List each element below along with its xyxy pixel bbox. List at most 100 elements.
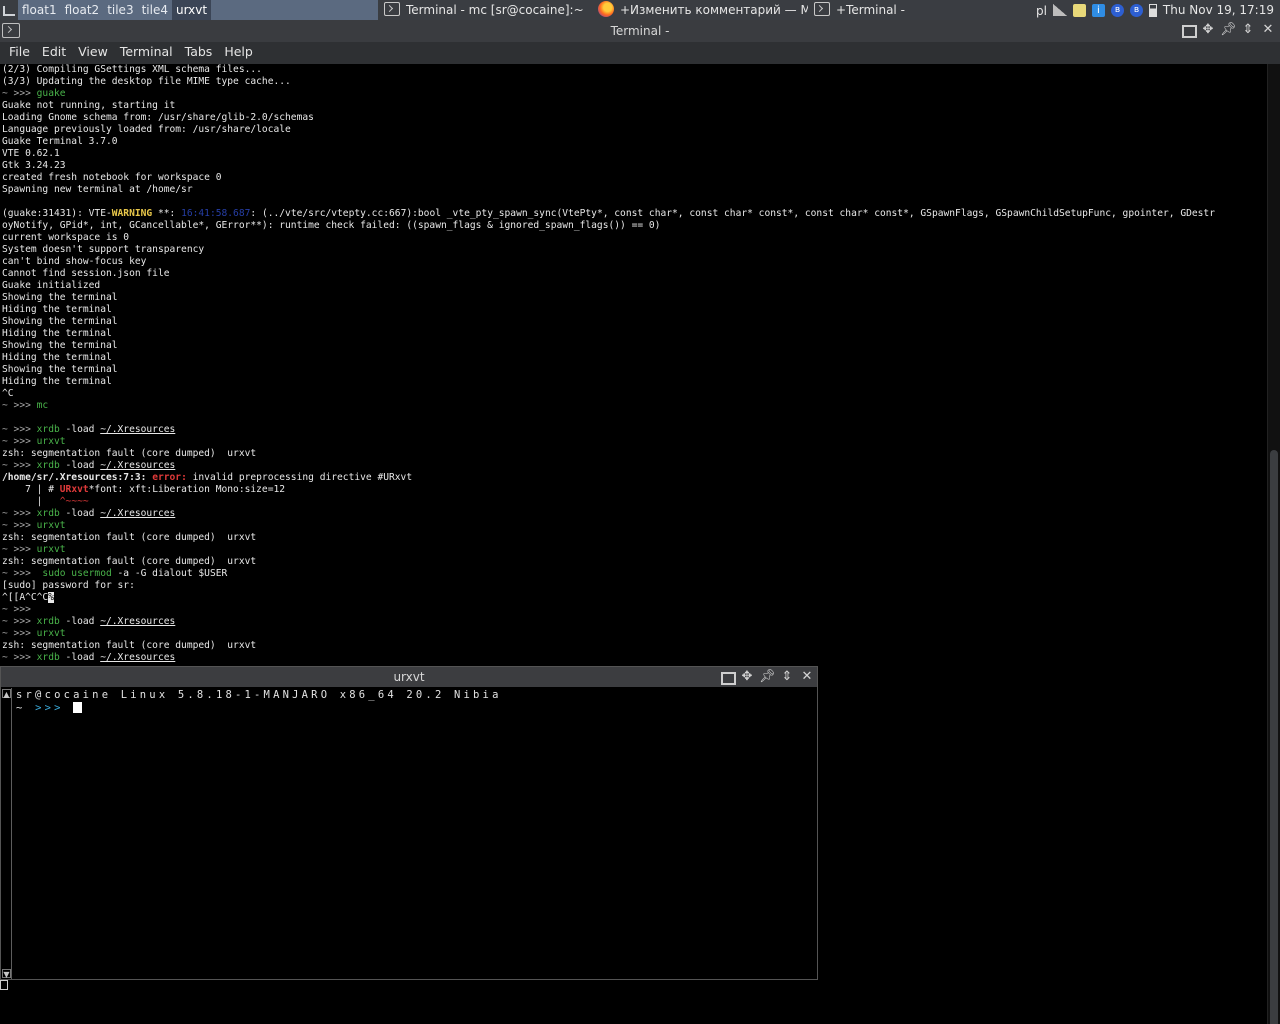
terminal-text: VTE 0.62.1 xyxy=(2,148,60,159)
terminal-line: ~ >>> guake xyxy=(0,88,1266,100)
task-firefox[interactable]: +Изменить комментарий — M... xyxy=(598,0,808,20)
terminal-text: System doesn't support transparency xyxy=(2,244,205,255)
terminal-icon xyxy=(384,2,400,16)
terminal-line: Loading Gnome schema from: /usr/share/gl… xyxy=(0,112,1266,124)
move-icon[interactable]: ✥ xyxy=(1200,22,1216,38)
terminal-text: URxvt xyxy=(59,484,89,495)
terminal-text: Language previously loaded from: /usr/sh… xyxy=(2,124,291,135)
pin-icon[interactable]: 📌︎ xyxy=(759,669,776,685)
notes-icon[interactable] xyxy=(1072,3,1086,17)
urxvt-scrollbar[interactable]: ▲ ▼ xyxy=(2,688,12,979)
terminal-text: urxvt xyxy=(36,520,66,531)
terminal-text: -a -G dialout $USER xyxy=(111,568,228,579)
terminal-output[interactable]: (2/3) Compiling GSettings XML schema fil… xyxy=(0,64,1266,668)
window-titlebar[interactable]: Terminal - ✥ 📌︎ ⇕ ✕ xyxy=(0,20,1280,42)
workspace-float2[interactable]: float2 xyxy=(61,0,104,20)
terminal-line: current workspace is 0 xyxy=(0,232,1266,244)
keyboard-layout-indicator[interactable]: pl xyxy=(1036,4,1047,18)
terminal-line: (guake:31431): VTE-WARNING **: 16:41:58.… xyxy=(0,208,1266,220)
terminal-line: Hiding the terminal xyxy=(0,328,1266,340)
terminal-text: ~/.Xresources xyxy=(100,508,176,519)
terminal-text: -load xyxy=(59,616,101,627)
network-icon[interactable] xyxy=(1052,4,1067,16)
clock[interactable]: Thu Nov 19, 17:19 xyxy=(1163,3,1274,17)
move-icon[interactable]: ✥ xyxy=(739,669,755,685)
terminal-line: Hiding the terminal xyxy=(0,304,1266,316)
terminal-line: (3/3) Updating the desktop file MIME typ… xyxy=(0,76,1266,88)
task-terminal[interactable]: +Terminal - xyxy=(814,0,1014,20)
terminal-text: urxvt xyxy=(36,628,66,639)
terminal-line: ~ >>> sudo usermod -a -G dialout $USER xyxy=(0,568,1266,580)
info-icon[interactable]: i xyxy=(1091,3,1105,17)
terminal-line: ^C xyxy=(0,388,1266,400)
menu-bar: File Edit View Terminal Tabs Help xyxy=(0,42,1280,64)
menu-edit[interactable]: Edit xyxy=(36,42,72,64)
tile-layout-icon[interactable] xyxy=(719,669,736,685)
urxvt-titlebar[interactable]: urxvt ✥ 📌︎ ⇕ ✕ xyxy=(1,667,817,687)
task-terminal-mc[interactable]: Terminal - mc [sr@cocaine]:~ xyxy=(384,0,594,20)
terminal-text: Hiding the terminal xyxy=(2,352,112,363)
urxvt-output[interactable]: sr@cocaine Linux 5.8.18-1-MANJARO x86_64… xyxy=(16,689,502,715)
bluetooth-icon[interactable]: ʙ xyxy=(1110,3,1124,17)
bluetooth-icon[interactable]: ʙ xyxy=(1129,3,1143,17)
close-icon[interactable]: ✕ xyxy=(799,669,815,685)
terminal-text: ~ >>> xyxy=(2,400,37,411)
terminal-line: VTE 0.62.1 xyxy=(0,148,1266,160)
terminal-text: ~/.Xresources xyxy=(100,424,176,435)
terminal-text: created fresh notebook for workspace 0 xyxy=(2,172,222,183)
terminal-text: ^~~~~ xyxy=(59,496,89,507)
terminal-line: Language previously loaded from: /usr/sh… xyxy=(0,124,1266,136)
pin-icon[interactable]: 📌︎ xyxy=(1220,22,1237,38)
urxvt-prompt[interactable]: ~ >>> xyxy=(16,702,502,715)
terminal-text: oyNotify, GPid*, int, GCancellable*, GEr… xyxy=(2,220,661,231)
text-cursor xyxy=(73,702,83,713)
urxvt-window[interactable]: urxvt ✥ 📌︎ ⇕ ✕ ▲ ▼ sr@cocaine Linux 5.8.… xyxy=(0,666,818,980)
terminal-line: [sudo] password for sr: xyxy=(0,580,1266,592)
battery-icon[interactable] xyxy=(1148,3,1157,17)
terminal-text: xrdb xyxy=(36,424,60,435)
menu-help[interactable]: Help xyxy=(218,42,259,64)
scroll-up-icon[interactable]: ▲ xyxy=(2,689,11,699)
terminal-line: ~ >>> urxvt xyxy=(0,436,1266,448)
workspace-float1[interactable]: float1 xyxy=(18,0,61,20)
terminal-line: ~ >>> urxvt xyxy=(0,520,1266,532)
terminal-line: Cannot find session.json file xyxy=(0,268,1266,280)
terminal-text: urxvt xyxy=(36,544,66,555)
terminal-text: *font: xft:Liberation Mono:size=12 xyxy=(88,484,286,495)
terminal-text: ^C xyxy=(2,388,14,399)
maximize-icon[interactable]: ⇕ xyxy=(779,669,795,685)
terminal-text: ^[[A^C^C xyxy=(2,592,49,603)
workspace-tile3[interactable]: tile3 xyxy=(103,0,137,20)
workspace-urxvt[interactable]: urxvt xyxy=(171,0,212,20)
terminal-text: guake xyxy=(36,88,66,99)
scroll-down-icon[interactable]: ▼ xyxy=(2,969,11,979)
terminal-text: 16:41:58.687 xyxy=(181,208,251,219)
terminal-text: Showing the terminal xyxy=(2,292,118,303)
terminal-text: | xyxy=(2,496,60,507)
terminal-line: Guake Terminal 3.7.0 xyxy=(0,136,1266,148)
terminal-text: can't bind show-focus key xyxy=(2,256,147,267)
workspace-tile4[interactable]: tile4 xyxy=(138,0,172,20)
menu-view[interactable]: View xyxy=(72,42,114,64)
app-menu-icon[interactable] xyxy=(0,2,18,20)
urxvt-system-line: sr@cocaine Linux 5.8.18-1-MANJARO x86_64… xyxy=(16,689,502,701)
terminal-line: zsh: segmentation fault (core dumped) ur… xyxy=(0,448,1266,460)
menu-tabs[interactable]: Tabs xyxy=(179,42,219,64)
terminal-text: ~ >>> xyxy=(2,508,37,519)
menu-file[interactable]: File xyxy=(3,42,36,64)
menu-terminal[interactable]: Terminal xyxy=(114,42,179,64)
terminal-text: error: xyxy=(152,472,187,483)
terminal-line: ~ >>> urxvt xyxy=(0,628,1266,640)
terminal-text: ~ >>> xyxy=(2,544,37,555)
close-icon[interactable]: ✕ xyxy=(1260,22,1276,38)
terminal-text: Spawning new terminal at /home/sr xyxy=(2,184,193,195)
maximize-icon[interactable]: ⇕ xyxy=(1240,22,1256,38)
scrollbar-thumb[interactable] xyxy=(1270,450,1278,1024)
workspace-switcher: float1 float2 tile3 tile4 urxvt xyxy=(18,0,378,20)
terminal-line: ^[[A^C^C% xyxy=(0,592,1266,604)
tile-layout-icon[interactable] xyxy=(1180,22,1197,38)
terminal-scrollbar[interactable] xyxy=(1267,64,1280,1024)
terminal-text: ~ >>> xyxy=(2,616,37,627)
prompt-chevrons: >>> xyxy=(35,702,64,714)
